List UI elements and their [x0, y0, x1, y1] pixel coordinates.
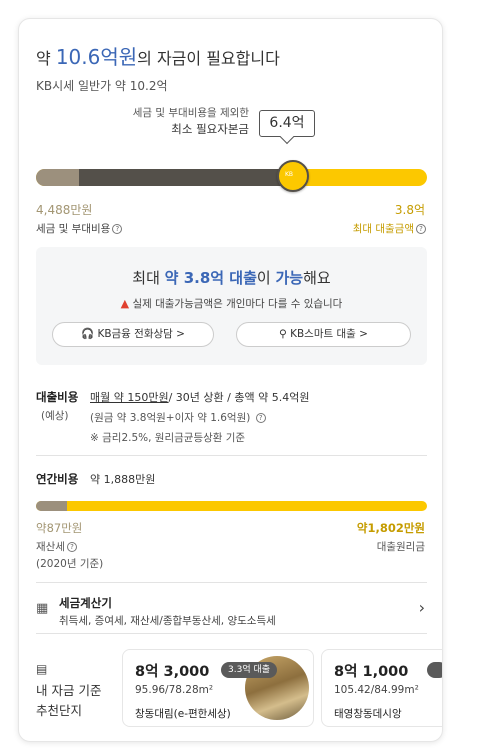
- loan-repayment-caption: 대출원리금: [376, 541, 425, 553]
- loan-head-prefix: 최대: [132, 269, 165, 287]
- loan-badge: [427, 662, 442, 678]
- recommend-area: 105.42/84.99m²: [334, 684, 419, 696]
- divider: [36, 582, 427, 583]
- calculator-icon: ▦: [36, 601, 49, 616]
- headline-suffix: 의 자금이 필요합니다: [137, 49, 280, 68]
- loan-repayment-value: 약1,802만원: [356, 521, 425, 535]
- min-capital-label: 세금 및 부대비용을 제외한 최소 필요자본금: [129, 105, 249, 137]
- loan-head-mid: 이: [256, 269, 276, 287]
- loan-breakdown[interactable]: (원금 약 3.8억원+이자 약 1.6억원) ?: [90, 410, 266, 425]
- min-capital-line1: 세금 및 부대비용을 제외한: [132, 107, 249, 119]
- loan-headline: 최대 약 3.8억 대출이 가능해요: [36, 267, 427, 288]
- help-icon[interactable]: ?: [112, 224, 123, 234]
- loan-warning-text: 실제 대출가능금액은 개인마다 다를 수 있습니다: [132, 298, 343, 310]
- recommend-name: 태영창동데시앙: [334, 708, 402, 720]
- funding-card: 약 10.6억원의 자금이 필요합니다 KB시세 일반가 약 10.2억 세금 …: [18, 18, 443, 742]
- help-icon[interactable]: ?: [416, 224, 426, 234]
- loan-head-amount: 약 3.8억 대출: [164, 269, 257, 287]
- loan-warning: ▲ 실제 대출가능금액은 개인마다 다를 수 있습니다: [36, 296, 427, 311]
- loan-note: ※ 금리2.5%, 원리금균등상환 기준: [90, 432, 246, 444]
- annual-cost-bar-tax: [36, 501, 68, 511]
- property-tax-value: 약87만원: [36, 521, 83, 535]
- tax-caption[interactable]: 세금 및 부대비용?: [36, 221, 123, 236]
- smart-loan-label: KB스마트 대출 >: [290, 328, 368, 340]
- loan-panel: 최대 약 3.8억 대출이 가능해요 ▲ 실제 대출가능금액은 개인마다 다를 …: [36, 247, 427, 365]
- funding-bar-capital: [79, 169, 283, 186]
- max-loan-caption-text: 최대 대출금액: [352, 223, 414, 235]
- min-capital-bubble: 6.4억: [259, 110, 315, 137]
- tax-calculator-desc: 취득세, 증여세, 재산세/종합부동산세, 양도소득세: [59, 615, 276, 627]
- headline-prefix: 약: [36, 49, 56, 68]
- recommend-area: 95.96/78.28m²: [135, 684, 214, 696]
- help-icon[interactable]: ?: [66, 542, 77, 552]
- loan-cost-summary: 매월 약 150만원/ 30년 상환 / 총액 약 5.4억원: [90, 389, 309, 405]
- min-capital-line2: 최소 필요자본금: [171, 122, 249, 136]
- recommend-card[interactable]: 8억 3,000 95.96/78.28m² 창동대림(e-편한세상) 3.3억…: [122, 649, 314, 727]
- loan-badge: 3.3억 대출: [221, 662, 278, 678]
- tax-calculator-row[interactable]: ▦ 세금계산기 취득세, 증여세, 재산세/종합부동산세, 양도소득세 ›: [36, 593, 427, 633]
- smart-loan-icon: ⚲: [279, 328, 287, 340]
- tax-caption-text: 세금 및 부대비용: [36, 223, 111, 235]
- help-icon[interactable]: ?: [255, 413, 266, 423]
- loan-breakdown-text: (원금 약 3.8억원+이자 약 1.6억원): [90, 412, 251, 424]
- recommend-card[interactable]: 8억 1,000 105.42/84.99m² 태영창동데시앙: [321, 649, 442, 727]
- funding-bar: [36, 169, 427, 186]
- recommend-title-line1: 내 자금 기준: [36, 683, 102, 698]
- recommend-price: 8억 3,000: [135, 664, 210, 680]
- annual-cost-value: 약 1,888만원: [90, 473, 156, 486]
- headline: 약 10.6억원의 자금이 필요합니다: [36, 41, 280, 70]
- annual-cost-bar: [36, 501, 427, 511]
- max-loan-caption[interactable]: 최대 대출금액?: [353, 221, 426, 236]
- tax-calculator-title: 세금계산기: [59, 596, 112, 610]
- headset-icon: 🎧: [81, 328, 95, 340]
- funding-bar-tax: [36, 169, 79, 186]
- property-tax-caption[interactable]: 재산세?: [36, 539, 77, 554]
- tax-value: 4,488만원: [36, 203, 93, 217]
- kb-phone-consult-button[interactable]: 🎧 KB금융 전화상담 >: [52, 322, 214, 347]
- building-icon: ▤: [36, 662, 48, 676]
- required-amount: 10.6억원: [55, 45, 138, 69]
- max-loan-value: 3.8억: [394, 203, 425, 217]
- recommend-name: 창동대림(e-편한세상): [135, 708, 231, 720]
- loan-cost-label: 대출비용: [36, 390, 79, 404]
- divider: [36, 633, 427, 634]
- loan-total: / 30년 상환 / 총액 약 5.4억원: [168, 391, 310, 404]
- loan-cost-sublabel: (예상): [41, 410, 69, 422]
- funding-slider-knob[interactable]: KB: [277, 160, 309, 192]
- consult-label: KB금융 전화상담 >: [97, 328, 185, 340]
- recommend-price: 8억 1,000: [334, 664, 409, 680]
- loan-head-suffix: 해요: [303, 269, 331, 287]
- recommend-title: 내 자금 기준 추천단지: [36, 681, 101, 721]
- loan-head-possible: 가능: [275, 269, 304, 287]
- property-tax-basis: (2020년 기준): [36, 558, 104, 570]
- knob-logo: KB: [285, 171, 294, 178]
- divider: [36, 455, 427, 456]
- property-tax-caption-text: 재산세: [36, 541, 65, 553]
- warning-icon: ▲: [120, 297, 130, 310]
- recommend-title-line2: 추천단지: [36, 703, 83, 718]
- loan-monthly: 매월 약 150만원: [90, 391, 169, 404]
- kb-smart-loan-button[interactable]: ⚲ KB스마트 대출 >: [236, 322, 411, 347]
- kb-price: KB시세 일반가 약 10.2억: [36, 79, 168, 93]
- chevron-right-icon: ›: [418, 598, 425, 617]
- annual-cost-label: 연간비용: [36, 472, 79, 486]
